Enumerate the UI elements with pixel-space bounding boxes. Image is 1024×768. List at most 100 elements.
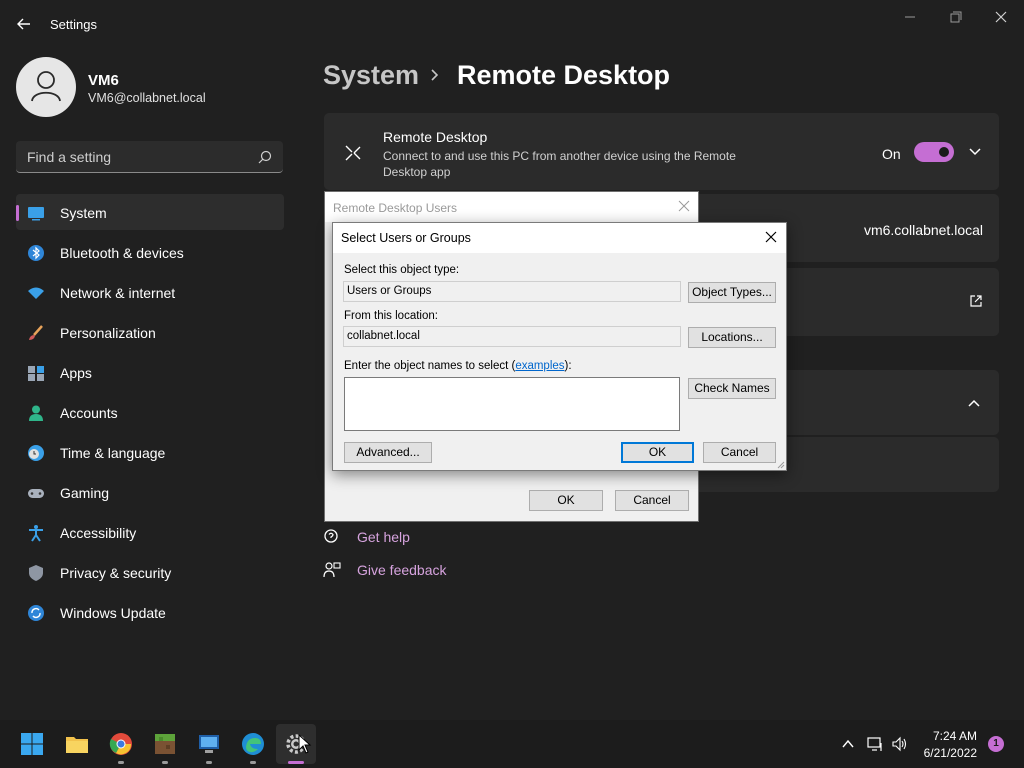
shield-icon [29, 565, 43, 581]
clock-globe-icon [28, 445, 44, 461]
user-name: VM6 [88, 72, 119, 89]
avatar[interactable] [16, 57, 76, 117]
check-names-button[interactable]: Check Names [688, 378, 776, 399]
start-icon[interactable] [20, 732, 44, 756]
user-icon [31, 71, 61, 102]
file-explorer-icon[interactable] [65, 732, 89, 756]
clock-time[interactable]: 7:24 AM [933, 729, 977, 743]
remote-desktop-title: Remote Desktop [383, 129, 488, 145]
sidebar-item-windows-update[interactable]: Windows Update [16, 594, 284, 630]
page-title: Remote Desktop [457, 60, 671, 90]
object-names-textarea[interactable] [344, 377, 680, 431]
dialog-title: Select Users or Groups [341, 231, 471, 245]
sidebar-item-label: Time & language [60, 445, 166, 461]
accessibility-icon [29, 525, 43, 542]
sidebar-item-network[interactable]: Network & internet [16, 274, 284, 310]
running-indicator [118, 761, 124, 764]
sidebar-item-apps[interactable]: Apps [16, 354, 284, 390]
sidebar-item-label: Gaming [60, 485, 110, 501]
remote-desktop-icon [345, 145, 361, 161]
select-users-dialog[interactable]: Select Users or Groups Select this objec… [332, 222, 787, 471]
edge-icon[interactable] [241, 732, 265, 756]
breadcrumb-system-link[interactable]: System [323, 60, 419, 91]
object-types-button[interactable]: Object Types... [688, 282, 776, 303]
close-window-button[interactable] [989, 6, 1013, 28]
dialog-title: Remote Desktop Users [333, 201, 458, 215]
running-indicator [206, 761, 212, 764]
close-icon[interactable] [765, 231, 777, 243]
sidebar-item-label: Bluetooth & devices [60, 245, 184, 261]
cancel-button[interactable]: Cancel [703, 442, 776, 463]
help-icon [324, 529, 338, 543]
sidebar-item-time-language[interactable]: Time & language [16, 434, 284, 470]
advanced-button[interactable]: Advanced... [344, 442, 432, 463]
get-help-label: Get help [357, 529, 410, 545]
examples-link[interactable]: examples [515, 360, 564, 372]
sidebar-item-gaming[interactable]: Gaming [16, 474, 284, 510]
volume-icon[interactable] [891, 736, 907, 752]
sidebar-item-personalization[interactable]: Personalization [16, 314, 284, 350]
gamepad-icon [28, 489, 44, 498]
minimize-button[interactable] [898, 6, 922, 28]
sidebar-item-label: Accessibility [60, 525, 137, 541]
running-indicator [162, 761, 168, 764]
rdu-cancel-button[interactable]: Cancel [615, 490, 689, 511]
pc-name-value: vm6.collabnet.local [863, 222, 983, 238]
sidebar-item-bluetooth[interactable]: Bluetooth & devices [16, 234, 284, 270]
monitor-icon [28, 207, 44, 221]
sidebar-item-privacy[interactable]: Privacy & security [16, 554, 284, 590]
remote-desktop-card[interactable]: Remote Desktop Connect to and use this P… [324, 113, 999, 190]
notification-badge[interactable]: 1 [988, 736, 1004, 752]
apps-icon [28, 366, 44, 381]
network-icon[interactable] [867, 736, 883, 752]
back-arrow-icon[interactable] [14, 14, 34, 34]
running-indicator [250, 761, 256, 764]
object-names-label-text: Enter the object names to select ( [344, 360, 516, 372]
object-type-field: Users or Groups [343, 281, 681, 302]
remote-desktop-toggle[interactable] [914, 142, 954, 162]
minecraft-icon[interactable] [153, 732, 177, 756]
chevron-down-icon[interactable] [968, 147, 982, 157]
sidebar-item-label: Windows Update [60, 605, 166, 621]
remote-desktop-description: Connect to and use this PC from another … [383, 149, 736, 179]
close-icon[interactable] [678, 200, 690, 212]
resize-grip-icon[interactable] [775, 459, 785, 469]
sidebar-item-accessibility[interactable]: Accessibility [16, 514, 284, 550]
mouse-cursor-icon [298, 734, 312, 754]
remote-desktop-connection-icon[interactable] [197, 732, 221, 756]
location-field: collabnet.local [343, 326, 681, 347]
feedback-icon [323, 562, 341, 578]
sidebar-item-label: Apps [60, 365, 92, 381]
chrome-icon[interactable] [109, 732, 133, 756]
sidebar-nav: System Bluetooth & devices Network & int… [16, 194, 284, 634]
user-email: VM6@collabnet.local [88, 91, 206, 105]
sidebar-item-label: Network & internet [60, 285, 176, 301]
chevron-up-icon[interactable] [967, 398, 981, 408]
location-label: From this location: [344, 310, 438, 322]
open-external-icon [970, 295, 982, 307]
ok-button[interactable]: OK [621, 442, 694, 463]
bluetooth-icon [28, 245, 44, 261]
toggle-state-label: On [882, 146, 901, 162]
clock-date[interactable]: 6/21/2022 [924, 746, 977, 760]
update-icon [28, 605, 44, 621]
locations-button[interactable]: Locations... [688, 327, 776, 348]
search-input[interactable]: Find a setting [16, 141, 283, 173]
search-placeholder: Find a setting [27, 149, 112, 165]
sidebar-item-label: Accounts [60, 405, 118, 421]
search-icon [258, 150, 272, 164]
brush-icon [29, 325, 43, 340]
sidebar-item-system[interactable]: System [16, 194, 284, 230]
sidebar-item-label: Personalization [60, 325, 156, 341]
object-type-label: Select this object type: [344, 264, 460, 276]
sidebar-item-accounts[interactable]: Accounts [16, 394, 284, 430]
taskbar: 7:24 AM 6/21/2022 [0, 720, 1024, 768]
toggle-knob [939, 147, 949, 157]
rdu-ok-button[interactable]: OK [529, 490, 603, 511]
wifi-icon [28, 287, 44, 299]
sidebar-item-label: Privacy & security [60, 565, 172, 581]
sidebar-item-label: System [60, 205, 107, 221]
restore-button[interactable] [943, 6, 967, 28]
active-indicator [288, 761, 304, 764]
chevron-up-icon[interactable] [840, 736, 856, 752]
